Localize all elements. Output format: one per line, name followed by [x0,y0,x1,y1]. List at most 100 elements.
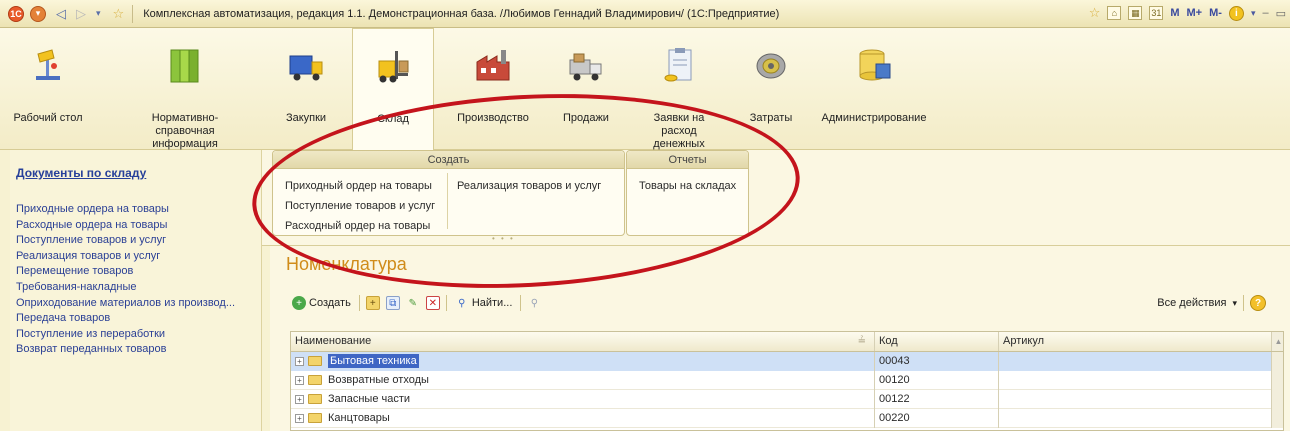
expand-icon[interactable]: + [295,356,304,366]
memory-m-button[interactable]: M [1170,7,1179,19]
plus-circle-icon: + [292,296,306,310]
all-actions-menu[interactable]: Все действия ▾ ? [1157,295,1266,311]
leftnav-heading[interactable]: Документы по складу [16,166,261,180]
maximize-icon[interactable]: ▭ [1276,7,1286,20]
row-code: 00122 [874,390,998,409]
scrollbar-track[interactable] [1271,352,1283,371]
group-divider [447,173,448,229]
leftnav-item[interactable]: Передача товаров [16,311,261,327]
factory-icon [476,50,510,81]
folder-icon [308,375,322,386]
info-icon[interactable]: i [1228,5,1244,21]
row-article [998,409,1271,428]
leftnav-list: Приходные ордера на товары Расходные орд… [16,202,261,358]
row-name-cell: + Канцтовары [291,409,874,428]
table-row[interactable]: + Запасные части 00122 [291,390,1283,409]
leftnav-item[interactable]: Поступление товаров и услуг [16,233,261,249]
panel-resize-handle[interactable]: • • • [492,234,515,243]
section-payment-requests[interactable]: Заявки на расход денежных средств [628,32,730,163]
row-article [998,371,1271,390]
memory-mplus-button[interactable]: M+ [1187,7,1203,19]
row-name-cell: + Запасные части [291,390,874,409]
delete-mark-icon[interactable]: ✕ [425,296,440,310]
desk-lamp-icon [36,49,60,80]
leftnav-item[interactable]: Реализация товаров и услуг [16,249,261,265]
help-icon[interactable]: ? [1250,295,1266,311]
calendar-icon[interactable]: 31 [1149,6,1164,20]
leftnav-item[interactable]: Требования-накладные [16,280,261,296]
memory-mminus-button[interactable]: M- [1209,7,1222,19]
column-header-label: Наименование [295,335,372,347]
create-group-title: Создать [273,151,624,169]
leftnav-item[interactable]: Оприходование материалов из производ... [16,296,261,312]
history-icon[interactable]: ⌂ [1107,6,1122,20]
column-header-article[interactable]: Артикул [998,332,1271,351]
column-header-code[interactable]: Код [874,332,998,351]
coins-roll-icon [756,53,786,79]
create-receipt-order-link[interactable]: Приходный ордер на товары [285,180,432,192]
section-production[interactable]: Производство [448,32,538,148]
cancel-search-icon[interactable]: ⚲ [527,296,541,310]
clipboard-coins-icon [664,48,692,82]
section-reference-info[interactable]: Нормативно-справочная информация [110,32,260,150]
history-dropdown-icon[interactable]: ▾ [96,8,101,19]
create-button-label: Создать [309,297,351,309]
find-button[interactable]: ⚲ Найти... [453,294,515,312]
section-warehouse[interactable]: Склад [352,28,434,150]
column-header-name[interactable]: Наименование ≟ [291,332,874,351]
delivery-van-icon [569,53,602,81]
create-button[interactable]: + Создать [290,294,353,312]
row-name: Запасные части [328,393,411,405]
report-stock-link[interactable]: Товары на складах [639,180,736,192]
section-desktop[interactable]: Рабочий стол [8,32,88,148]
form-title: Номенклатура [286,254,407,274]
create-sales-link[interactable]: Реализация товаров и услуг [457,180,601,192]
edit-pencil-icon[interactable]: ✎ [406,296,420,310]
leftnav-item[interactable]: Возврат переданных товаров [16,342,261,358]
scroll-up-icon[interactable]: ▲ [1271,332,1283,351]
section-sales[interactable]: Продажи [552,32,620,148]
reports-group-title: Отчеты [627,151,748,169]
favorites-star-icon[interactable]: ☆ [1089,5,1101,21]
create-folder-icon[interactable]: + [365,296,380,310]
leftnav-item[interactable]: Поступление из переработки [16,327,261,343]
row-article [998,352,1271,371]
leftnav-item[interactable]: Расходные ордера на товары [16,218,261,234]
copy-icon[interactable]: ⧉ [385,296,400,310]
create-issue-order-link[interactable]: Расходный ордер на товары [285,220,430,232]
leftnav-item[interactable]: Перемещение товаров [16,264,261,280]
forklift-icon [378,51,409,83]
section-administration[interactable]: Администрирование [812,32,936,148]
calculator-icon[interactable]: ▦ [1128,6,1143,20]
scrollbar-track[interactable] [1271,409,1283,428]
folder-icon [308,356,322,367]
table-row[interactable]: + Канцтовары 00220 [291,409,1283,428]
left-navigation: Документы по складу Приходные ордера на … [10,150,262,431]
app-logo-icon[interactable]: 1C [8,5,24,22]
main-menu-button[interactable]: ▾ [30,5,46,22]
window-titlebar: 1C ▾ ◁ ▷ ▾ ☆ Комплексная автоматизация, … [0,0,1290,28]
row-name: Возвратные отходы [328,374,429,386]
section-label: Производство [457,112,529,124]
section-label: Продажи [563,112,609,124]
table-row[interactable]: + Возвратные отходы 00120 [291,371,1283,390]
create-goods-receipt-link[interactable]: Поступление товаров и услуг [285,200,435,212]
forward-arrow-icon[interactable]: ▷ [76,6,86,22]
minimize-icon[interactable]: – [1262,7,1268,19]
scrollbar-track[interactable] [1271,390,1283,409]
titlebar-tools: ☆ ⌂ ▦ 31 M M+ M- i ▾ – ▭ [1089,5,1286,21]
expand-icon[interactable]: + [295,375,304,385]
table-row[interactable]: + Бытовая техника 00043 [291,352,1283,371]
scrollbar-track[interactable] [1271,371,1283,390]
back-arrow-icon[interactable]: ◁ [56,6,66,22]
favorites-star-icon[interactable]: ☆ [113,6,125,22]
section-purchases[interactable]: Закупки [268,32,344,148]
leftnav-item[interactable]: Приходные ордера на товары [16,202,261,218]
toolbar-divider [1243,295,1244,311]
expand-icon[interactable]: + [295,413,304,423]
section-label: Склад [377,113,409,125]
row-code: 00120 [874,371,998,390]
section-costs[interactable]: Затраты [738,32,804,148]
info-dropdown-icon[interactable]: ▾ [1251,8,1256,19]
expand-icon[interactable]: + [295,394,304,404]
